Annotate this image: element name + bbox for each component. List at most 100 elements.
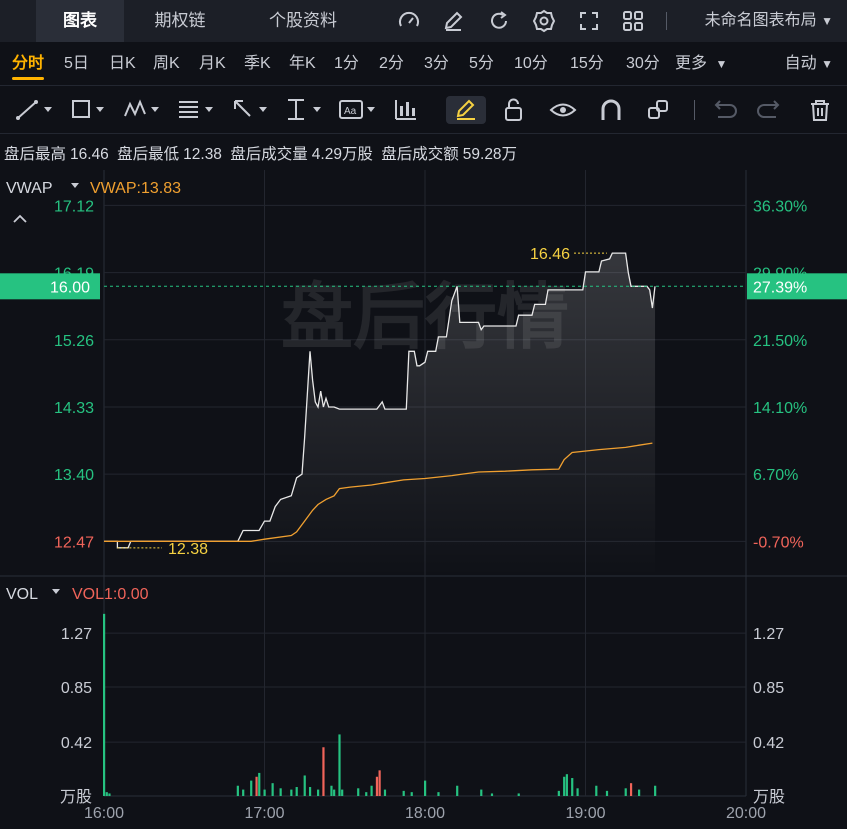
chevron-down-icon: ▼ [821, 57, 833, 71]
volume-bar [370, 785, 373, 796]
undo-icon[interactable] [703, 96, 743, 124]
volume-bar [629, 783, 633, 796]
gear-icon[interactable] [531, 8, 557, 34]
period-more-label: 更多 [675, 55, 708, 72]
after-hours-stats: 盘后最高 16.46 盘后最低 12.38 盘后成交量 4.29万股 盘后成交额 59.… [4, 142, 521, 164]
pattern-tool-icon[interactable] [392, 96, 432, 124]
period-10m[interactable]: 10分 [514, 42, 548, 86]
volume-bar [279, 788, 282, 796]
volume-bar [410, 792, 413, 796]
volume-bar [456, 785, 459, 796]
line-tool-icon[interactable] [14, 96, 54, 124]
stat-vol-value: 4.29万股 [311, 146, 373, 163]
chevron-down-icon [52, 589, 60, 594]
drawing-toolbar: Aa [0, 86, 847, 134]
volume-bar [341, 789, 344, 796]
pct-tick-label: 6.70% [753, 467, 798, 484]
unlock-icon[interactable] [494, 96, 534, 124]
volume-bar [383, 789, 387, 796]
intraday-chart[interactable]: 盘后行情 16.00 27.39%16.4612.38 16:00 17:00 18:… [0, 170, 847, 829]
tab-stock-profile[interactable]: 个股资料 [250, 0, 356, 42]
layout-select[interactable]: 未命名图表布局 ▼ [705, 0, 833, 42]
vol-indicator-name: VOL [6, 586, 38, 603]
vol-tick-label: 1.27 [61, 626, 92, 643]
volume-bar [595, 785, 598, 796]
pct-tick-label: 29.90% [753, 266, 807, 283]
x-tick-label: 20:00 [726, 805, 766, 822]
volume-bar [330, 785, 333, 796]
period-30m[interactable]: 30分 [626, 42, 660, 86]
top-tab-bar: 图表 期权链 个股资料 未命名图表布局 ▼ [0, 0, 847, 42]
vol-unit-label-right: 万股 [753, 788, 785, 806]
toolbar-divider [694, 100, 695, 120]
magnet-icon[interactable] [591, 96, 631, 124]
period-1m[interactable]: 1分 [334, 42, 359, 86]
wave-tool-icon[interactable] [122, 96, 162, 124]
redo-icon[interactable] [751, 96, 791, 124]
fib-tool-icon[interactable] [176, 96, 216, 124]
edit-icon[interactable] [440, 8, 466, 34]
period-quarter[interactable]: 季K [244, 42, 271, 86]
eye-icon[interactable] [543, 96, 583, 124]
stat-high-value: 16.46 [70, 146, 109, 163]
stat-low-label: 盘后最低 [117, 146, 180, 163]
period-15m[interactable]: 15分 [570, 42, 604, 86]
period-3m[interactable]: 3分 [424, 42, 449, 86]
low-marker-label: 12.38 [168, 541, 208, 558]
vol-unit-label: 万股 [60, 788, 92, 806]
x-tick-label: 18:00 [405, 805, 445, 822]
collapse-chevron-icon[interactable] [13, 214, 27, 223]
volume-bar [480, 789, 483, 796]
volume-bar [437, 792, 440, 796]
grid-icon[interactable] [620, 8, 646, 34]
text-tool-icon[interactable]: Aa [338, 96, 378, 124]
period-more[interactable]: 更多 ▼ [675, 42, 727, 86]
y-tick-label: 17.12 [54, 198, 94, 215]
tab-chart[interactable]: 图表 [36, 0, 124, 42]
toolbar-divider [666, 12, 667, 30]
high-marker-label: 16.46 [530, 246, 570, 263]
period-5m[interactable]: 5分 [469, 42, 494, 86]
indicator-name[interactable]: VWAP [6, 180, 53, 197]
y-tick-label: 14.33 [54, 400, 94, 417]
period-day[interactable]: 日K [109, 42, 136, 86]
period-week[interactable]: 周K [153, 42, 180, 86]
tab-options-chain[interactable]: 期权链 [136, 0, 224, 42]
rect-tool-icon[interactable] [68, 96, 108, 124]
stat-vol-label: 盘后成交量 [230, 146, 308, 163]
fullscreen-icon[interactable] [576, 8, 602, 34]
trash-icon[interactable] [800, 96, 840, 124]
pct-tick-label: -0.70% [753, 534, 804, 551]
stat-amt-value: 59.28万 [462, 146, 518, 163]
shapes-icon[interactable] [639, 96, 679, 124]
arrow-tool-icon[interactable] [230, 96, 270, 124]
vol-indicator-value: VOL1:0.00 [72, 586, 149, 603]
pct-tick-label: 36.30% [753, 198, 807, 215]
auto-select[interactable]: 自动 ▼ [785, 42, 833, 86]
volume-bar [103, 613, 106, 796]
vol-tick-label-right: 0.42 [753, 735, 784, 752]
volume-bar [236, 785, 239, 796]
volume-bar [105, 792, 108, 796]
layout-name-label: 未命名图表布局 [704, 12, 817, 29]
measure-tool-icon[interactable] [284, 96, 324, 124]
gauge-icon[interactable] [396, 8, 422, 34]
period-year[interactable]: 年K [289, 42, 316, 86]
pencil-icon[interactable] [446, 96, 486, 124]
y-tick-label: 12.47 [54, 534, 94, 551]
vol-tick-label-right: 1.27 [753, 626, 784, 643]
period-month[interactable]: 月K [199, 42, 226, 86]
volume-bar [357, 788, 360, 796]
refresh-icon[interactable] [486, 8, 512, 34]
volume-bar [295, 787, 298, 796]
volume-bar [654, 785, 657, 796]
volume-bar [308, 787, 312, 796]
period-2m[interactable]: 2分 [379, 42, 404, 86]
chevron-down-icon[interactable] [71, 183, 79, 188]
period-5d[interactable]: 5日 [64, 42, 89, 86]
volume-bar [258, 772, 261, 796]
x-tick-label: 17:00 [244, 805, 284, 822]
vol-tick-label-right: 0.85 [753, 680, 784, 697]
period-intraday[interactable]: 分时 [12, 42, 45, 86]
vol-tick-label: 0.42 [61, 735, 92, 752]
